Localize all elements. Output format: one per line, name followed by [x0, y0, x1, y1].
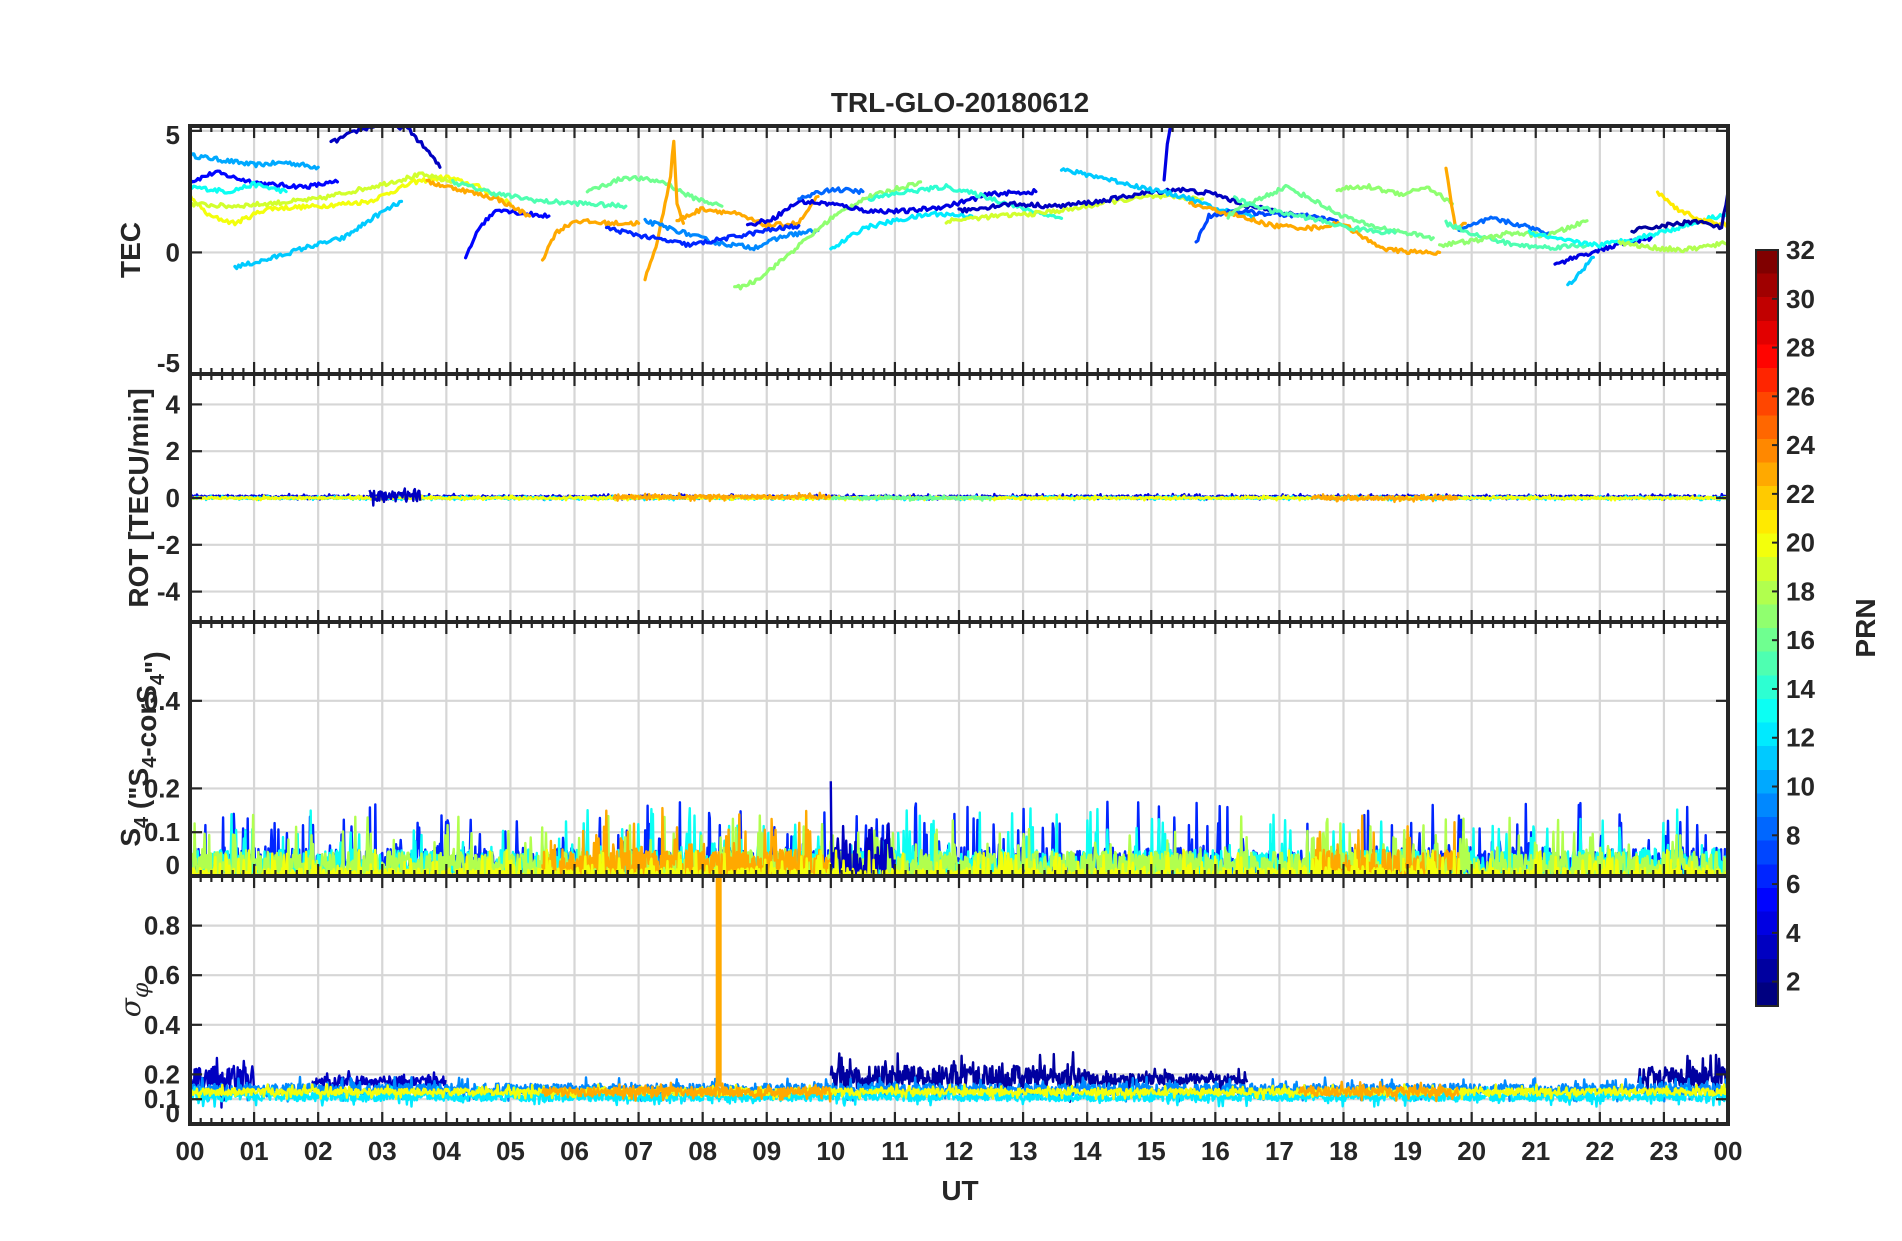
y-tick-label: -5 — [157, 348, 180, 378]
y-axis-title-rot: ROT [TECU/min] — [123, 388, 154, 607]
x-tick-label: 06 — [560, 1136, 589, 1166]
x-tick-label: 14 — [1073, 1136, 1102, 1166]
colorbar-gradient — [1755, 249, 1779, 1007]
panel-sigma: 00.10.20.40.60.8σφ00 01 02 03 04 05 06 07 08 09 10… — [114, 874, 1743, 1166]
colorbar-tick-label: 20 — [1786, 528, 1815, 558]
x-tick-label: 03 — [368, 1136, 397, 1166]
chart-svg: TRL-GLO-20180612 -505TEC-4-2024ROT [TECU… — [0, 0, 1902, 1236]
x-axis-title: UT — [941, 1175, 978, 1206]
colorbar-tick-label: 16 — [1786, 625, 1815, 655]
x-tick-label: 04 — [432, 1136, 461, 1166]
x-tick-label: 07 — [624, 1136, 653, 1166]
panels-layer: -505TEC-4-2024ROT [TECU/min]00.10.20.4S4… — [114, 120, 1742, 1166]
x-tick-label: 19 — [1393, 1136, 1422, 1166]
y-tick-label: 0.4 — [144, 1010, 181, 1040]
colorbar-tick-label: 28 — [1786, 333, 1815, 363]
x-tick-label: 20 — [1457, 1136, 1486, 1166]
panel-s4: 00.10.20.4S4 ("S4-corS4") — [115, 620, 1730, 880]
colorbar-label: PRN — [1850, 598, 1881, 657]
x-tick-label: 00 — [176, 1136, 205, 1166]
x-tick-label: 12 — [945, 1136, 974, 1166]
x-tick-label: 05 — [496, 1136, 525, 1166]
y-tick-label: 0.8 — [144, 911, 180, 941]
x-tick-label: 09 — [752, 1136, 781, 1166]
x-tick-label: 18 — [1329, 1136, 1358, 1166]
colorbar-tick-label: 18 — [1786, 576, 1815, 606]
y-axis-title-tec: TEC — [115, 222, 146, 278]
x-tick-label: 02 — [304, 1136, 333, 1166]
colorbar-tick-label: 24 — [1786, 430, 1815, 460]
panel-rot: -4 -2 0 2 4 ROT [TECU/min] — [123, 372, 1730, 624]
panel-tec: -5 0 5 TEC — [115, 120, 1730, 378]
chart-title: TRL-GLO-20180612 — [831, 87, 1089, 118]
y-tick-label: 2 — [166, 436, 180, 466]
colorbar-tick-label: 8 — [1786, 820, 1800, 850]
y-tick-label: 0 — [166, 483, 180, 513]
y-tick-label: 4 — [166, 389, 181, 419]
colorbar-tick-label: 10 — [1786, 772, 1815, 802]
x-tick-label: 10 — [816, 1136, 845, 1166]
colorbar-tick-label: 26 — [1786, 381, 1815, 411]
y-tick-label: -4 — [157, 577, 181, 607]
x-tick-label: 17 — [1265, 1136, 1294, 1166]
x-tick-label: 11 — [881, 1136, 909, 1166]
chart-figure: TRL-GLO-20180612 -5 0 5 TEC -4 -2 0 2 4 ROT [TECU… — [0, 0, 1902, 1236]
x-tick-label: 00 — [1714, 1136, 1743, 1166]
colorbar-tick-label: 12 — [1786, 723, 1815, 753]
x-tick-label: 13 — [1009, 1136, 1038, 1166]
colorbar-tick-label: 14 — [1786, 674, 1815, 704]
x-tick-label: 01 — [240, 1136, 269, 1166]
x-tick-label: 16 — [1201, 1136, 1230, 1166]
colorbar-tick-label: 6 — [1786, 869, 1800, 899]
colorbar-tick-label: 30 — [1786, 284, 1815, 314]
x-tick-label: 21 — [1521, 1136, 1550, 1166]
colorbar-tick-label: 32 — [1786, 235, 1815, 265]
x-tick-label: 22 — [1585, 1136, 1614, 1166]
y-tick-label: 0 — [166, 237, 180, 267]
y-tick-label: 5 — [166, 120, 180, 150]
y-tick-label: 0 — [166, 850, 180, 880]
colorbar-tick-label: 4 — [1786, 918, 1801, 948]
x-tick-label: 08 — [688, 1136, 717, 1166]
colorbar-tick-label: 22 — [1786, 479, 1815, 509]
y-tick-label: -2 — [157, 530, 180, 560]
x-tick-label: 23 — [1649, 1136, 1678, 1166]
colorbar-tick-label: 2 — [1786, 967, 1800, 997]
y-tick-label: 0.2 — [144, 1059, 180, 1089]
x-tick-label: 15 — [1137, 1136, 1166, 1166]
